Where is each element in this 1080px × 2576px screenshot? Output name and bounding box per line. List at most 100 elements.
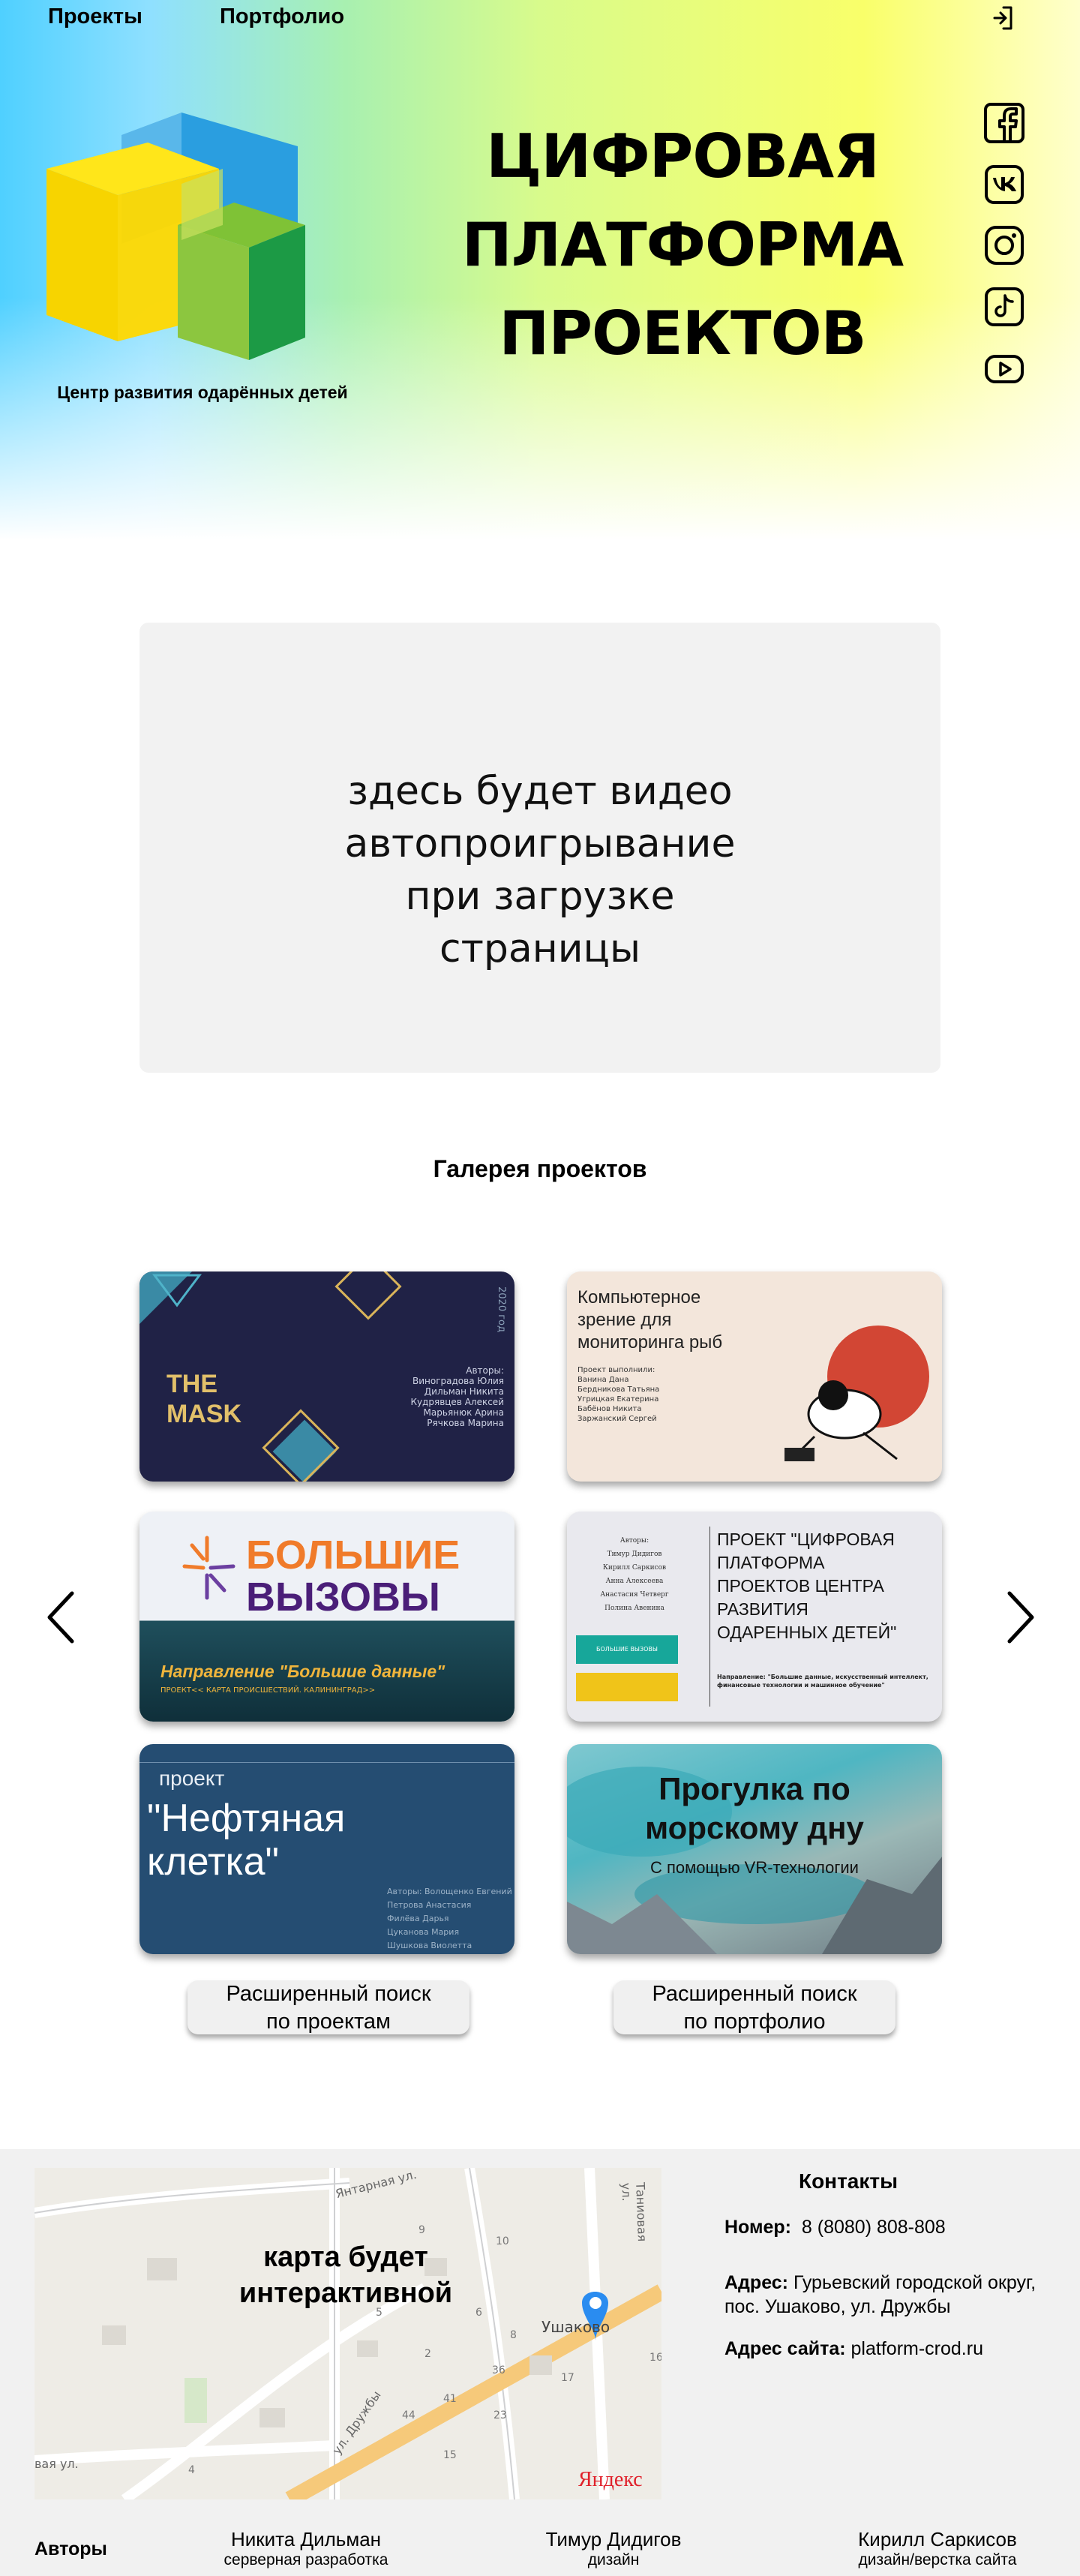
- instagram-icon[interactable]: [984, 225, 1024, 266]
- project-card-platform[interactable]: Авторы: Тимур Дидигов Кирилл Саркисов Ан…: [567, 1512, 942, 1722]
- map-house-number: 44: [402, 2409, 416, 2421]
- card-author: Кирилл Саркисов: [602, 1564, 667, 1572]
- map-house-number: 4: [188, 2464, 195, 2476]
- map-street-label: Таниовая ул.: [619, 2181, 650, 2242]
- card-author: Авторы: Волощенко Евгений: [387, 1887, 512, 1896]
- author-item: Тимур Дидигов дизайн: [501, 2528, 726, 2569]
- card-direction: Направление "Большие данные": [160, 1662, 446, 1681]
- card-member: Бабёнов Никита: [578, 1405, 642, 1413]
- author-role: дизайн: [587, 2551, 640, 2568]
- contact-address: Адрес: Гурьевский городской округ, пос. …: [724, 2271, 1054, 2319]
- card-author: Марьянюк Арина: [423, 1407, 504, 1418]
- card-authors: Авторы: Виноградова Юлия Дильман Никита …: [410, 1365, 504, 1428]
- card-line: [140, 1762, 514, 1763]
- card-title-line: Прогулка по: [658, 1771, 850, 1806]
- contact-address-label: Адрес:: [724, 2272, 788, 2293]
- card-title-line: "Нефтяная: [147, 1797, 346, 1840]
- card-members: Проект выполнили: Ванина Дана Бердникова…: [578, 1365, 659, 1424]
- vyzovy-logo-icon: [182, 1536, 236, 1600]
- logo-cubes-icon: [46, 113, 305, 360]
- project-card-oil[interactable]: проект "Нефтяная клетка" Авторы: Волощен…: [140, 1744, 514, 1954]
- map-house-number: 15: [443, 2449, 457, 2461]
- card-title-line: клетка": [147, 1840, 279, 1884]
- advanced-search-portfolio-button[interactable]: Расширенный поиск по портфолио: [614, 1980, 896, 2034]
- nav-portfolio-link[interactable]: Портфолио: [220, 5, 344, 29]
- card-author: Кудрявцев Алексей: [410, 1397, 504, 1407]
- card-author: Шушкова Виолетта: [387, 1941, 472, 1950]
- gallery-next-arrow-icon[interactable]: [1004, 1589, 1038, 1646]
- button-label-line: по проектам: [266, 2010, 391, 2034]
- vyzovy-brand-line: ВЫЗОВЫ: [246, 1575, 440, 1620]
- advanced-search-projects-button[interactable]: Расширенный поиск по проектам: [188, 1980, 470, 2034]
- card-authors: Авторы: Волощенко Евгений Петрова Анаста…: [387, 1885, 512, 1953]
- card-author: Авторы:: [620, 1537, 650, 1545]
- author-name: Никита Дильман: [230, 2528, 382, 2550]
- map-house-number: 8: [510, 2329, 517, 2341]
- card-author: Дильман Никита: [424, 1386, 504, 1397]
- authors-label: Авторы: [34, 2538, 107, 2559]
- hero-title-line: ЦИФРОВАЯ: [486, 122, 880, 191]
- card-member: Ванина Дана: [578, 1376, 629, 1384]
- button-label-line: Расширенный поиск: [226, 1982, 431, 2006]
- video-text-line: здесь будет видео: [347, 769, 733, 814]
- project-card-fish[interactable]: Компьютерное зрение для мониторинга рыб …: [567, 1271, 942, 1482]
- logo-caption: Центр развития одарённых детей: [57, 383, 348, 402]
- card-title-line: РАЗВИТИЯ: [717, 1599, 808, 1619]
- author-role: серверная разработка: [224, 2551, 388, 2568]
- map-house-number: 17: [561, 2372, 574, 2384]
- contact-site-link[interactable]: platform-crod.ru: [851, 2338, 983, 2359]
- youtube-icon[interactable]: [984, 349, 1024, 389]
- contact-site: Адрес сайта: platform-crod.ru: [724, 2337, 1054, 2361]
- card-author: Петрова Анастасия: [387, 1900, 472, 1910]
- card-member: Угрицкая Екатерина: [578, 1395, 659, 1404]
- card-title-line: ОДАРЕННЫХ ДЕТЕЙ": [717, 1623, 897, 1642]
- button-label-line: по портфолио: [683, 2010, 826, 2034]
- card-title: MASK: [166, 1400, 242, 1428]
- map[interactable]: Янтарная ул. Таниовая ул. ул. Дружбы вая…: [34, 2168, 662, 2499]
- card-author: Полина Авенина: [604, 1605, 664, 1612]
- card-title: ПРОЕКТ "ЦИФРОВАЯ ПЛАТФОРМА ПРОЕКТОВ ЦЕНТ…: [717, 1528, 896, 1644]
- contact-phone-value[interactable]: 8 (8080) 808-808: [802, 2217, 946, 2238]
- facebook-icon[interactable]: [984, 103, 1024, 143]
- login-icon[interactable]: [988, 3, 1018, 33]
- tiktok-icon[interactable]: [984, 287, 1024, 327]
- map-house-number: 16: [650, 2352, 662, 2364]
- nav-projects-link[interactable]: Проекты: [48, 5, 142, 29]
- badge-vyzovy: БОЛЬШИЕ ВЫЗОВЫ: [576, 1635, 678, 1664]
- map-house-number: 23: [494, 2409, 507, 2421]
- project-card-sea[interactable]: Прогулка по морскому дну С помощью VR-те…: [567, 1744, 942, 1954]
- map-overlay-line: карта будет: [263, 2241, 428, 2273]
- author-name: Кирилл Саркисов: [858, 2528, 1017, 2550]
- card-title-line: мониторинга рыб: [578, 1332, 723, 1353]
- vk-icon[interactable]: [984, 164, 1024, 205]
- card-author: Анна Алексеева: [605, 1578, 664, 1585]
- video-text-line: при загрузке: [405, 874, 675, 919]
- contact-phone: Номер: 8 (8080) 808-808: [724, 2215, 1054, 2239]
- project-card-vyzovy[interactable]: БОЛЬШИЕ ВЫЗОВЫ Направление "Большие данн…: [140, 1512, 514, 1722]
- card-title: Компьютерное зрение для мониторинга рыб: [578, 1286, 722, 1354]
- video-text-line: автопроигрывание: [344, 821, 736, 866]
- card-member: Проект выполнили:: [578, 1366, 656, 1374]
- map-overlay-text: карта будет интерактивной: [184, 2239, 507, 2311]
- contact-phone-label: Номер:: [724, 2217, 791, 2238]
- contacts-title: Контакты: [798, 2169, 898, 2193]
- card-title-line: ПЛАТФОРМА: [717, 1553, 825, 1572]
- button-label-line: Расширенный поиск: [652, 1982, 857, 2006]
- gallery-title: Галерея проектов: [433, 1155, 647, 1182]
- map-street-label: вая ул.: [34, 2457, 79, 2471]
- card-title-line: зрение для: [578, 1310, 672, 1330]
- card-direction-line: финансовые технологии и машинное обучени…: [717, 1682, 885, 1689]
- video-placeholder[interactable]: здесь будет видео автопроигрывание при з…: [140, 623, 940, 1073]
- card-direction: Направление: "Большие данные, искусствен…: [717, 1673, 928, 1689]
- map-provider-logo[interactable]: Яндекс: [578, 2468, 643, 2492]
- gallery-prev-arrow-icon[interactable]: [44, 1589, 78, 1646]
- map-house-number: 36: [492, 2364, 506, 2376]
- hero-title: ЦИФРОВАЯ ПЛАТФОРМА ПРОЕКТОВ: [450, 113, 915, 378]
- card-authors: Авторы: Тимур Дидигов Кирилл Саркисов Ан…: [574, 1534, 694, 1615]
- map-place-label: Ушаково: [542, 2318, 610, 2336]
- map-house-number: 9: [418, 2224, 425, 2236]
- card-author: Рячкова Марина: [427, 1418, 504, 1428]
- card-author: Виноградова Юлия: [412, 1376, 504, 1386]
- badge-crod: [576, 1673, 678, 1701]
- project-card-mask[interactable]: 2020 год THE MASK Авторы: Виноградова Юл…: [140, 1271, 514, 1482]
